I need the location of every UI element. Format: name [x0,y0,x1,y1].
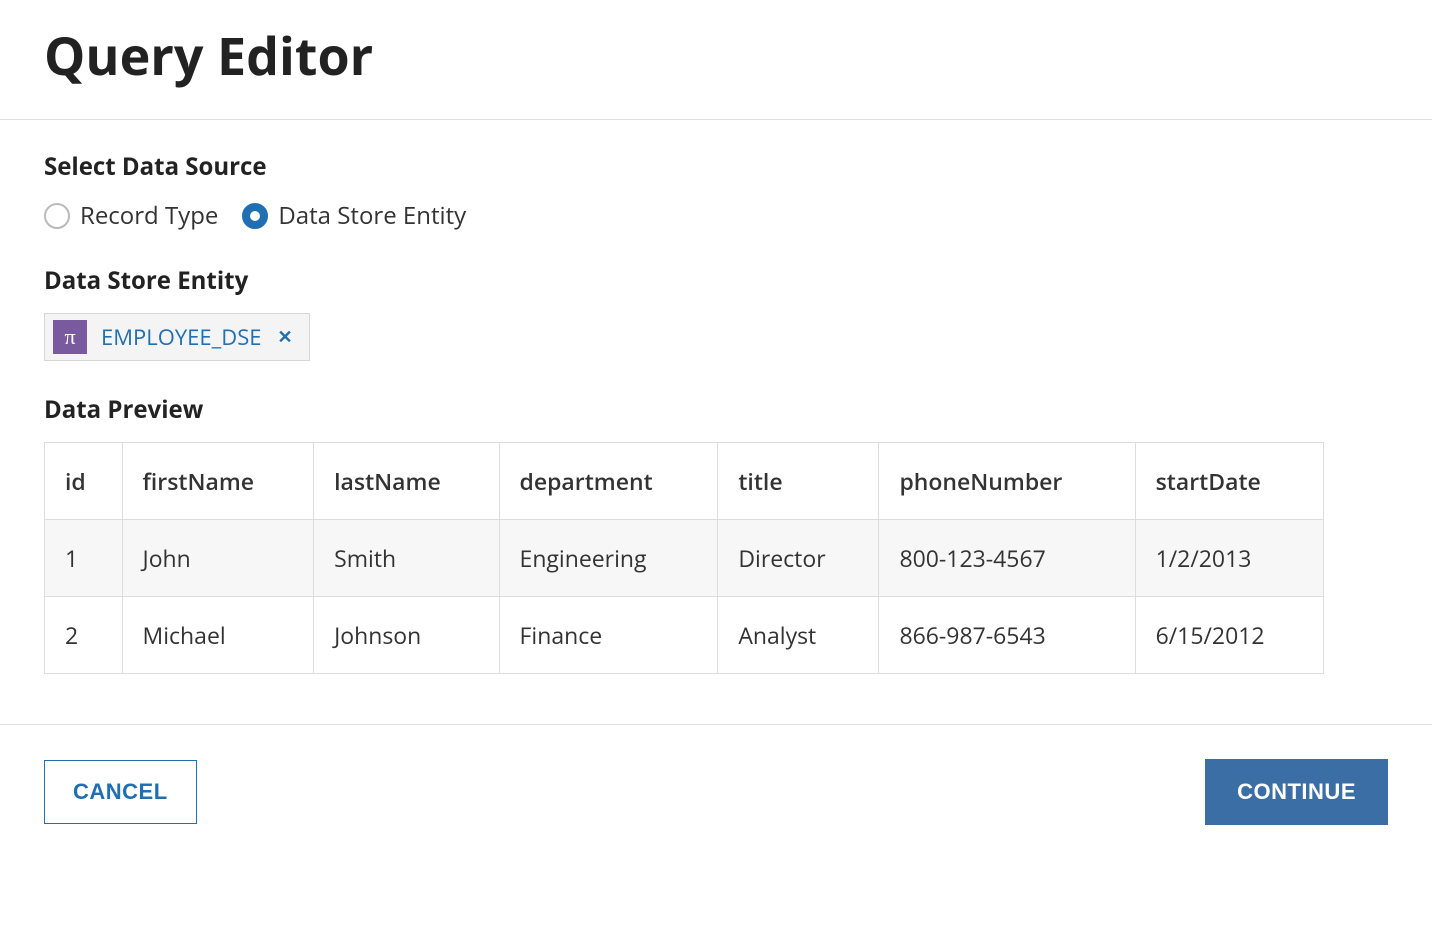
cell-phonenumber: 866-987-6543 [879,597,1135,674]
cell-lastname: Smith [314,520,499,597]
continue-button[interactable]: CONTINUE [1205,759,1388,825]
table-row: 1 John Smith Engineering Director 800-12… [45,520,1324,597]
col-phonenumber: phoneNumber [879,443,1135,520]
col-firstname: firstName [122,443,314,520]
content: Select Data Source Record Type Data Stor… [0,120,1432,724]
col-department: department [499,443,718,520]
radio-data-store-entity-label: Data Store Entity [278,199,466,232]
cell-firstname: Michael [122,597,314,674]
preview-section: Data Preview id firstName lastName depar… [44,393,1388,674]
radio-record-type[interactable]: Record Type [44,199,218,232]
cell-firstname: John [122,520,314,597]
table-header-row: id firstName lastName department title p… [45,443,1324,520]
entity-name: EMPLOYEE_DSE [101,322,261,352]
pi-icon: π [53,320,87,354]
col-title: title [718,443,879,520]
cell-id: 1 [45,520,123,597]
entity-label: Data Store Entity [44,264,1388,297]
header: Query Editor [0,0,1432,120]
cell-title: Analyst [718,597,879,674]
data-source-label: Select Data Source [44,150,1388,183]
cell-startdate: 1/2/2013 [1135,520,1323,597]
preview-label: Data Preview [44,393,1388,426]
col-lastname: lastName [314,443,499,520]
page-title: Query Editor [44,20,1388,91]
cancel-button[interactable]: CANCEL [44,760,197,824]
cell-lastname: Johnson [314,597,499,674]
radio-record-type-label: Record Type [80,199,218,232]
close-icon[interactable]: ✕ [275,325,294,349]
entity-section: Data Store Entity π EMPLOYEE_DSE ✕ [44,264,1388,361]
radio-data-store-entity[interactable]: Data Store Entity [242,199,466,232]
radio-checked-icon [242,203,268,229]
footer: CANCEL CONTINUE [0,724,1432,859]
cell-phonenumber: 800-123-4567 [879,520,1135,597]
col-startdate: startDate [1135,443,1323,520]
cell-id: 2 [45,597,123,674]
cell-department: Finance [499,597,718,674]
cell-title: Director [718,520,879,597]
data-source-radio-group: Record Type Data Store Entity [44,199,1388,232]
col-id: id [45,443,123,520]
radio-unchecked-icon [44,203,70,229]
data-preview-table: id firstName lastName department title p… [44,442,1324,674]
cell-startdate: 6/15/2012 [1135,597,1323,674]
cell-department: Engineering [499,520,718,597]
entity-chip[interactable]: π EMPLOYEE_DSE ✕ [44,313,310,361]
radio-inner-dot-icon [250,211,260,221]
table-row: 2 Michael Johnson Finance Analyst 866-98… [45,597,1324,674]
